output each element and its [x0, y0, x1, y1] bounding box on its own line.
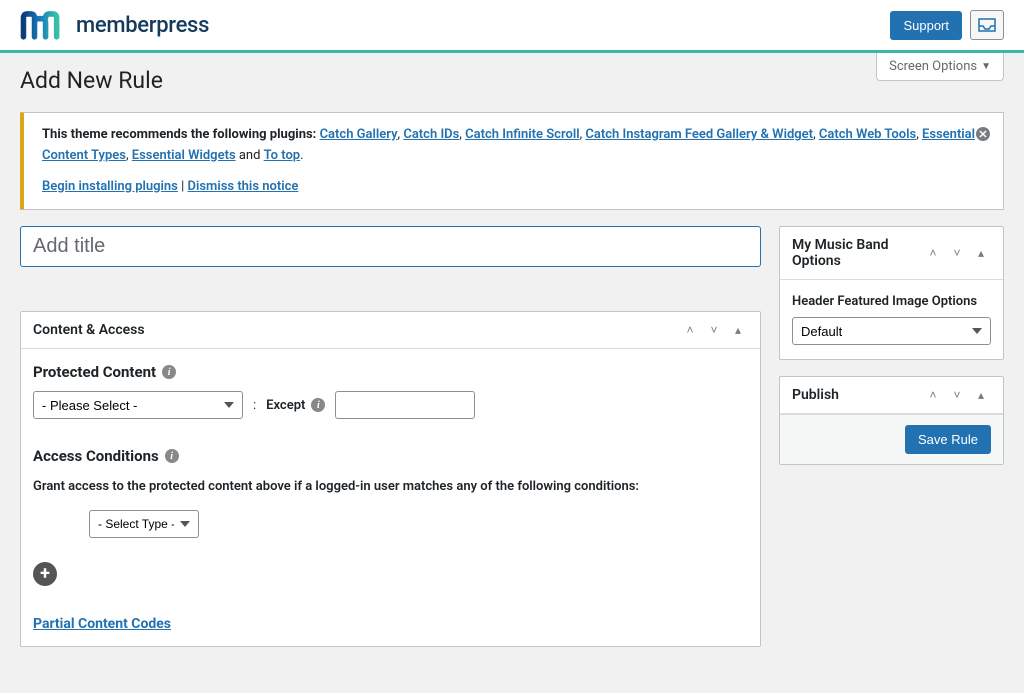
begin-install-link[interactable]: Begin installing plugins [42, 179, 178, 194]
caret-down-icon: ▼ [981, 61, 991, 72]
toggle-panel-icon[interactable]: ▴ [971, 246, 991, 260]
plugin-link[interactable]: Catch IDs [403, 127, 459, 142]
header-featured-image-label: Header Featured Image Options [792, 294, 991, 309]
music-band-options-heading: My Music Band Options [792, 237, 923, 269]
partial-content-codes-link[interactable]: Partial Content Codes [33, 616, 171, 632]
info-icon[interactable]: i [162, 365, 176, 379]
inbox-icon [978, 18, 996, 32]
plugin-link[interactable]: Catch Infinite Scroll [465, 127, 579, 142]
header-featured-image-select[interactable]: Default [792, 317, 991, 345]
plugin-link[interactable]: Catch Web Tools [819, 127, 916, 142]
screen-options-label: Screen Options [889, 59, 977, 74]
info-icon[interactable]: i [165, 449, 179, 463]
memberpress-logo-icon [20, 10, 68, 40]
except-input[interactable] [335, 391, 475, 419]
plugin-link[interactable]: To top [264, 148, 300, 163]
info-icon[interactable]: i [311, 398, 325, 412]
screen-options-tab[interactable]: Screen Options ▼ [876, 53, 1004, 81]
content-access-heading: Content & Access [33, 322, 145, 338]
move-down-icon[interactable]: ˅ [947, 246, 967, 260]
brand-logo: memberpress [20, 10, 209, 40]
add-condition-button[interactable]: + [33, 562, 57, 586]
protected-content-label: Protected Content [33, 363, 156, 381]
move-up-icon[interactable]: ˄ [923, 388, 943, 402]
plugin-notice: This theme recommends the following plug… [20, 112, 1004, 210]
except-label: Except [266, 398, 305, 413]
dismiss-notice-icon[interactable] [975, 123, 991, 152]
brand-name: memberpress [76, 13, 209, 38]
plugin-link[interactable]: Catch Gallery [320, 127, 398, 142]
publish-heading: Publish [792, 387, 839, 403]
inbox-button[interactable] [970, 10, 1004, 40]
access-conditions-hint: Grant access to the protected content ab… [33, 479, 748, 494]
dismiss-notice-link[interactable]: Dismiss this notice [188, 179, 299, 194]
move-up-icon[interactable]: ˄ [923, 246, 943, 260]
protected-content-select[interactable]: - Please Select - [33, 391, 243, 419]
toggle-panel-icon[interactable]: ▴ [971, 388, 991, 402]
move-up-icon[interactable]: ˄ [680, 323, 700, 337]
page-title: Add New Rule [20, 53, 1004, 104]
support-button[interactable]: Support [890, 11, 962, 40]
plugin-link[interactable]: Catch Instagram Feed Gallery & Widget [585, 127, 813, 142]
rule-title-input[interactable] [20, 226, 761, 267]
notice-text: This theme recommends the following plug… [42, 125, 985, 167]
move-down-icon[interactable]: ˅ [704, 323, 724, 337]
access-conditions-label: Access Conditions [33, 447, 159, 465]
toggle-panel-icon[interactable]: ▴ [728, 323, 748, 337]
condition-type-select[interactable]: - Select Type - [89, 510, 199, 538]
save-rule-button[interactable]: Save Rule [905, 425, 991, 454]
colon-separator: : [253, 398, 256, 413]
move-down-icon[interactable]: ˅ [947, 388, 967, 402]
notice-prefix: This theme recommends the following plug… [42, 127, 320, 142]
plugin-link[interactable]: Essential Widgets [132, 148, 236, 163]
